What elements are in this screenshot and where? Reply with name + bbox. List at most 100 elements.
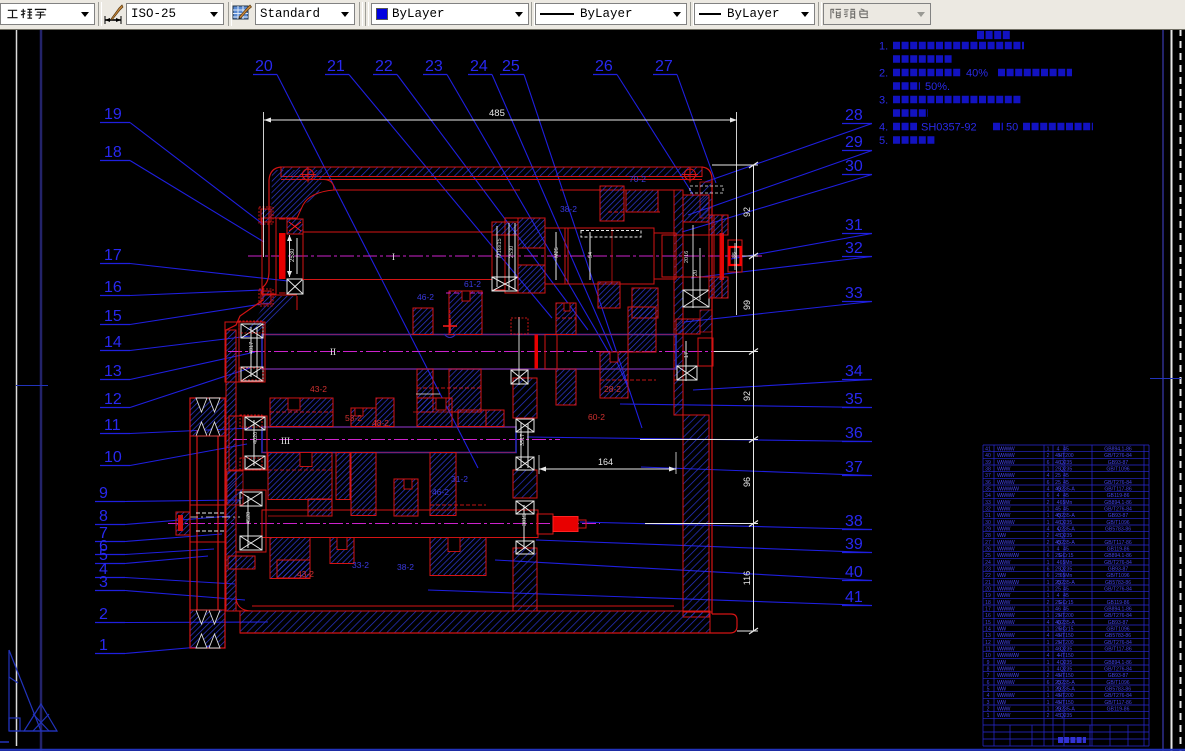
svg-text:33: 33	[845, 285, 863, 302]
svg-text:25: 25	[1055, 567, 1061, 573]
svg-text:4: 4	[1047, 620, 1050, 626]
svg-text:WWWW: WWWW	[997, 473, 1015, 479]
svg-text:28: 28	[985, 533, 991, 539]
svg-text:70-2: 70-2	[629, 174, 646, 184]
svg-text:25: 25	[1055, 573, 1061, 579]
svg-text:23: 23	[985, 567, 991, 573]
svg-text:92: 92	[742, 207, 752, 217]
svg-text:38: 38	[845, 513, 863, 530]
svg-text:40: 40	[985, 453, 991, 459]
svg-text:17: 17	[985, 607, 991, 613]
svg-text:1: 1	[1047, 467, 1050, 473]
svg-text:14: 14	[104, 334, 122, 351]
svg-text:HT150: HT150	[1058, 653, 1073, 659]
svg-text:48-2: 48-2	[372, 418, 389, 428]
svg-text:WWWW: WWWW	[997, 447, 1015, 453]
svg-text:SH0357-92: SH0357-92	[921, 122, 977, 134]
svg-text:WWWW: WWWW	[997, 607, 1015, 613]
svg-text:1: 1	[1047, 447, 1050, 453]
svg-text:39: 39	[845, 536, 863, 553]
svg-text:2: 2	[1047, 673, 1050, 679]
svg-text:46-2: 46-2	[432, 487, 449, 497]
svg-text:Q235: Q235	[1060, 567, 1073, 573]
svg-text:Q235: Q235	[1060, 713, 1073, 719]
svg-text:4: 4	[1057, 560, 1060, 566]
svg-text:WW: WW	[997, 573, 1006, 579]
svg-text:WWW: WWW	[997, 507, 1011, 513]
svg-text:53-2: 53-2	[345, 413, 362, 423]
svg-text:2: 2	[1047, 600, 1050, 606]
svg-text:1: 1	[1047, 507, 1050, 513]
svg-text:8: 8	[99, 508, 108, 525]
svg-text:6: 6	[1047, 493, 1050, 499]
svg-text:11: 11	[985, 647, 990, 653]
svg-text:99: 99	[742, 300, 752, 310]
svg-text:I: I	[392, 252, 395, 262]
svg-text:1: 1	[1047, 647, 1050, 653]
svg-text:45: 45	[1055, 633, 1061, 639]
svg-text:25: 25	[1055, 553, 1061, 559]
svg-text:4: 4	[1047, 473, 1050, 479]
svg-text:GB5783-86: GB5783-86	[1105, 580, 1131, 586]
svg-text:16: 16	[985, 613, 991, 619]
svg-text:40%: 40%	[966, 68, 988, 80]
svg-text:Q235: Q235	[1060, 467, 1073, 473]
svg-text:GB119-86: GB119-86	[1107, 547, 1130, 553]
svg-text:6: 6	[1047, 553, 1050, 559]
svg-text:GB93-87: GB93-87	[1108, 513, 1129, 519]
svg-text:25: 25	[1055, 613, 1061, 619]
svg-text:WWW: WWW	[997, 600, 1011, 606]
svg-text:WW: WW	[997, 660, 1006, 666]
svg-text:92: 92	[742, 391, 752, 401]
svg-text:1: 1	[1047, 700, 1050, 706]
svg-text:Q235: Q235	[1060, 667, 1073, 673]
svg-text:34: 34	[845, 363, 863, 380]
svg-text:45: 45	[1055, 713, 1061, 719]
svg-text:6: 6	[1047, 680, 1050, 686]
svg-text:1: 1	[1047, 707, 1050, 713]
svg-text:65Mn: 65Mn	[1060, 560, 1073, 566]
svg-text:20: 20	[255, 58, 273, 75]
svg-text:4: 4	[1047, 527, 1050, 533]
svg-text:4: 4	[1057, 527, 1060, 533]
svg-text:50: 50	[1006, 122, 1018, 134]
svg-text:25: 25	[1055, 600, 1061, 606]
svg-text:GB5783-86: GB5783-86	[1105, 527, 1131, 533]
svg-text:6: 6	[1047, 573, 1050, 579]
svg-text:Q235-A: Q235-A	[1057, 527, 1075, 533]
svg-text:45: 45	[1063, 507, 1069, 513]
svg-text:GB/T276-84: GB/T276-84	[1104, 507, 1132, 513]
svg-text:3: 3	[99, 574, 108, 591]
svg-text:WWWW: WWWW	[997, 540, 1015, 546]
svg-text:12: 12	[985, 640, 991, 646]
svg-text:43-2: 43-2	[297, 569, 314, 579]
svg-text:50%.: 50%.	[925, 81, 950, 93]
svg-text:1: 1	[1047, 640, 1050, 646]
svg-text:WWW: WWW	[997, 560, 1011, 566]
svg-text:29: 29	[985, 527, 991, 533]
svg-text:4: 4	[1047, 633, 1050, 639]
svg-text:WWWW: WWWW	[997, 567, 1015, 573]
svg-text:2: 2	[99, 606, 108, 623]
svg-text:37: 37	[845, 459, 863, 476]
svg-text:6: 6	[987, 680, 990, 686]
svg-text:GB/T1096: GB/T1096	[1106, 520, 1129, 526]
svg-text:9: 9	[99, 485, 108, 502]
svg-text:16: 16	[104, 279, 122, 296]
svg-text:4.: 4.	[879, 122, 888, 134]
svg-text:WWWW: WWWW	[997, 647, 1015, 653]
svg-text:34: 34	[985, 493, 991, 499]
svg-text:26: 26	[985, 547, 991, 553]
svg-text:1: 1	[1047, 667, 1050, 673]
svg-text:31: 31	[985, 513, 991, 519]
svg-text:WWWW: WWWW	[997, 667, 1015, 673]
svg-text:37: 37	[985, 473, 991, 479]
svg-text:GB93-87: GB93-87	[1108, 567, 1129, 573]
svg-text:2.: 2.	[879, 68, 888, 80]
svg-text:2: 2	[1047, 713, 1050, 719]
svg-text:Q235: Q235	[1060, 660, 1073, 666]
svg-text:GB/T1096: GB/T1096	[1106, 467, 1129, 473]
svg-text:WWW: WWW	[997, 527, 1011, 533]
svg-text:1: 1	[1047, 547, 1050, 553]
svg-text:GB/T117-86: GB/T117-86	[1104, 487, 1132, 493]
